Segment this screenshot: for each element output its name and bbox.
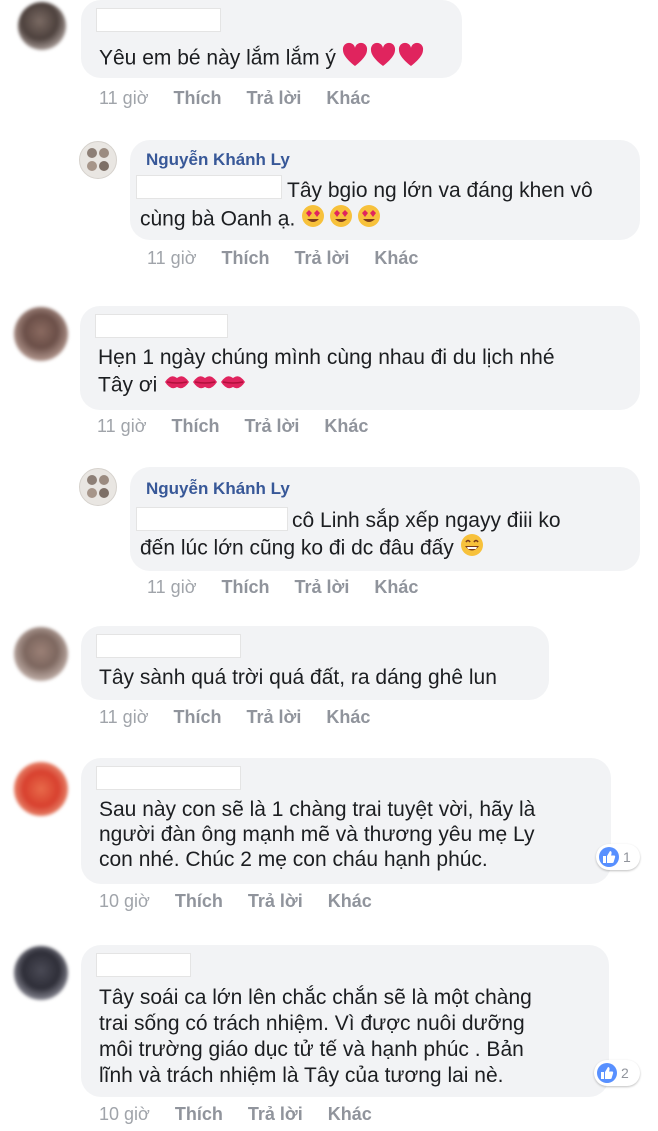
- reply-link[interactable]: Trả lời: [247, 707, 302, 728]
- like-thumb-icon: [599, 847, 619, 867]
- more-link[interactable]: Khác: [324, 416, 368, 437]
- comment-actions: 11 giờ Thích Trả lời Khác: [147, 577, 418, 598]
- redacted-name: [95, 314, 228, 338]
- avatar-image-icon: [87, 475, 109, 498]
- reaction-badge[interactable]: 2: [594, 1060, 640, 1086]
- reply-link[interactable]: Trả lời: [248, 1104, 303, 1125]
- avatar[interactable]: [18, 2, 66, 50]
- comment-bubble: Nguyễn Khánh Ly cô Linh sắp xếp ngayy đi…: [130, 467, 640, 571]
- redacted-name: [96, 953, 191, 977]
- comment-actions: 11 giờ Thích Trả lời Khác: [97, 416, 368, 437]
- timestamp[interactable]: 11 giờ: [99, 88, 149, 109]
- more-link[interactable]: Khác: [374, 577, 418, 598]
- comment-actions: 11 giờ Thích Trả lời Khác: [99, 88, 370, 109]
- avatar[interactable]: [79, 468, 117, 506]
- avatar[interactable]: [14, 762, 68, 816]
- redacted-name: [96, 766, 241, 790]
- like-thumb-icon: [597, 1063, 617, 1083]
- comment-text-line-2: trai sống có trách nhiệm. Vì được nuôi d…: [99, 1012, 525, 1035]
- comment-author[interactable]: Nguyễn Khánh Ly: [146, 479, 290, 499]
- avatar[interactable]: [14, 946, 68, 1000]
- comment-text: Tây sành quá trời quá đất, ra dáng ghê l…: [99, 666, 497, 689]
- redacted-name: [96, 634, 241, 658]
- reaction-count: 1: [623, 849, 631, 865]
- timestamp[interactable]: 11 giờ: [147, 248, 197, 269]
- comment-text-line-4: lĩnh và trách nhiệm là Tây của tương lai…: [99, 1064, 504, 1087]
- heart-eyes-emoji-icon: [301, 204, 381, 236]
- timestamp[interactable]: 10 giờ: [99, 891, 150, 912]
- comment-bubble: Hẹn 1 ngày chúng mình cùng nhau đi du lị…: [80, 306, 640, 410]
- comment-text-line-1: Tây bgio ng lớn va đáng khen vô: [287, 179, 593, 202]
- more-link[interactable]: Khác: [326, 88, 370, 109]
- comment-text-line-1: Tây soái ca lớn lên chắc chắn sẽ là một …: [99, 986, 532, 1009]
- more-link[interactable]: Khác: [328, 891, 372, 912]
- timestamp[interactable]: 11 giờ: [97, 416, 147, 437]
- comment-actions: 11 giờ Thích Trả lời Khác: [147, 248, 418, 269]
- comment-text-line-2: Tây ơi: [98, 371, 247, 401]
- avatar[interactable]: [79, 141, 117, 179]
- like-link[interactable]: Thích: [174, 88, 222, 109]
- comment-text-line-2: đến lúc lớn cũng ko đi dc đâu đấy: [140, 533, 484, 565]
- reply-link[interactable]: Trả lời: [295, 577, 350, 598]
- like-link[interactable]: Thích: [175, 1104, 223, 1125]
- comment-actions: 10 giờ Thích Trả lời Khác: [99, 1104, 372, 1125]
- reaction-badge[interactable]: 1: [596, 844, 640, 870]
- avatar[interactable]: [14, 627, 68, 681]
- comment-bubble: Tây soái ca lớn lên chắc chắn sẽ là một …: [81, 945, 609, 1097]
- like-link[interactable]: Thích: [172, 416, 220, 437]
- redacted-name: [96, 8, 221, 32]
- redacted-name: [136, 507, 288, 531]
- comment-text-line-1: Sau này con sẽ là 1 chàng trai tuyệt vời…: [99, 798, 536, 821]
- like-link[interactable]: Thích: [175, 891, 223, 912]
- comment-bubble: Nguyễn Khánh Ly Tây bgio ng lớn va đáng …: [130, 140, 640, 240]
- comment-text: Yêu em bé này lắm lắm ý: [99, 42, 424, 76]
- comment-text-line-2: người đàn ông mạnh mẽ và thương yêu mẹ L…: [99, 823, 535, 846]
- reply-link[interactable]: Trả lời: [247, 88, 302, 109]
- red-heart-icon: [342, 42, 424, 76]
- kiss-mark-icon: [163, 371, 247, 401]
- reply-link[interactable]: Trả lời: [245, 416, 300, 437]
- more-link[interactable]: Khác: [326, 707, 370, 728]
- avatar[interactable]: [14, 307, 68, 361]
- reply-link[interactable]: Trả lời: [295, 248, 350, 269]
- comment-actions: 11 giờ Thích Trả lời Khác: [99, 707, 370, 728]
- reaction-count: 2: [621, 1065, 629, 1081]
- comment-bubble: Sau này con sẽ là 1 chàng trai tuyệt vời…: [81, 758, 611, 884]
- more-link[interactable]: Khác: [328, 1104, 372, 1125]
- comment-text-line-2: cùng bà Oanh ạ.: [140, 204, 381, 236]
- redacted-name: [136, 175, 282, 199]
- timestamp[interactable]: 11 giờ: [99, 707, 149, 728]
- comment-text-line-3: con nhé. Chúc 2 mẹ con cháu hạnh phúc.: [99, 848, 488, 871]
- like-link[interactable]: Thích: [222, 248, 270, 269]
- comment-actions: 10 giờ Thích Trả lời Khác: [99, 891, 372, 912]
- avatar-image-icon: [87, 148, 109, 171]
- timestamp[interactable]: 10 giờ: [99, 1104, 150, 1125]
- grinning-smile-emoji-icon: [460, 533, 484, 565]
- like-link[interactable]: Thích: [222, 577, 270, 598]
- timestamp[interactable]: 11 giờ: [147, 577, 197, 598]
- comment-bubble: Tây sành quá trời quá đất, ra dáng ghê l…: [81, 626, 549, 700]
- comment-text-line-3: môi trường giáo dục tử tế và hạnh phúc .…: [99, 1038, 524, 1061]
- more-link[interactable]: Khác: [374, 248, 418, 269]
- reply-link[interactable]: Trả lời: [248, 891, 303, 912]
- comment-text-line-1: cô Linh sắp xếp ngayy điii ko: [292, 509, 561, 532]
- comment-bubble: Yêu em bé này lắm lắm ý: [81, 0, 462, 78]
- comment-text-line-1: Hẹn 1 ngày chúng mình cùng nhau đi du lị…: [98, 346, 555, 369]
- like-link[interactable]: Thích: [174, 707, 222, 728]
- comment-author[interactable]: Nguyễn Khánh Ly: [146, 150, 290, 170]
